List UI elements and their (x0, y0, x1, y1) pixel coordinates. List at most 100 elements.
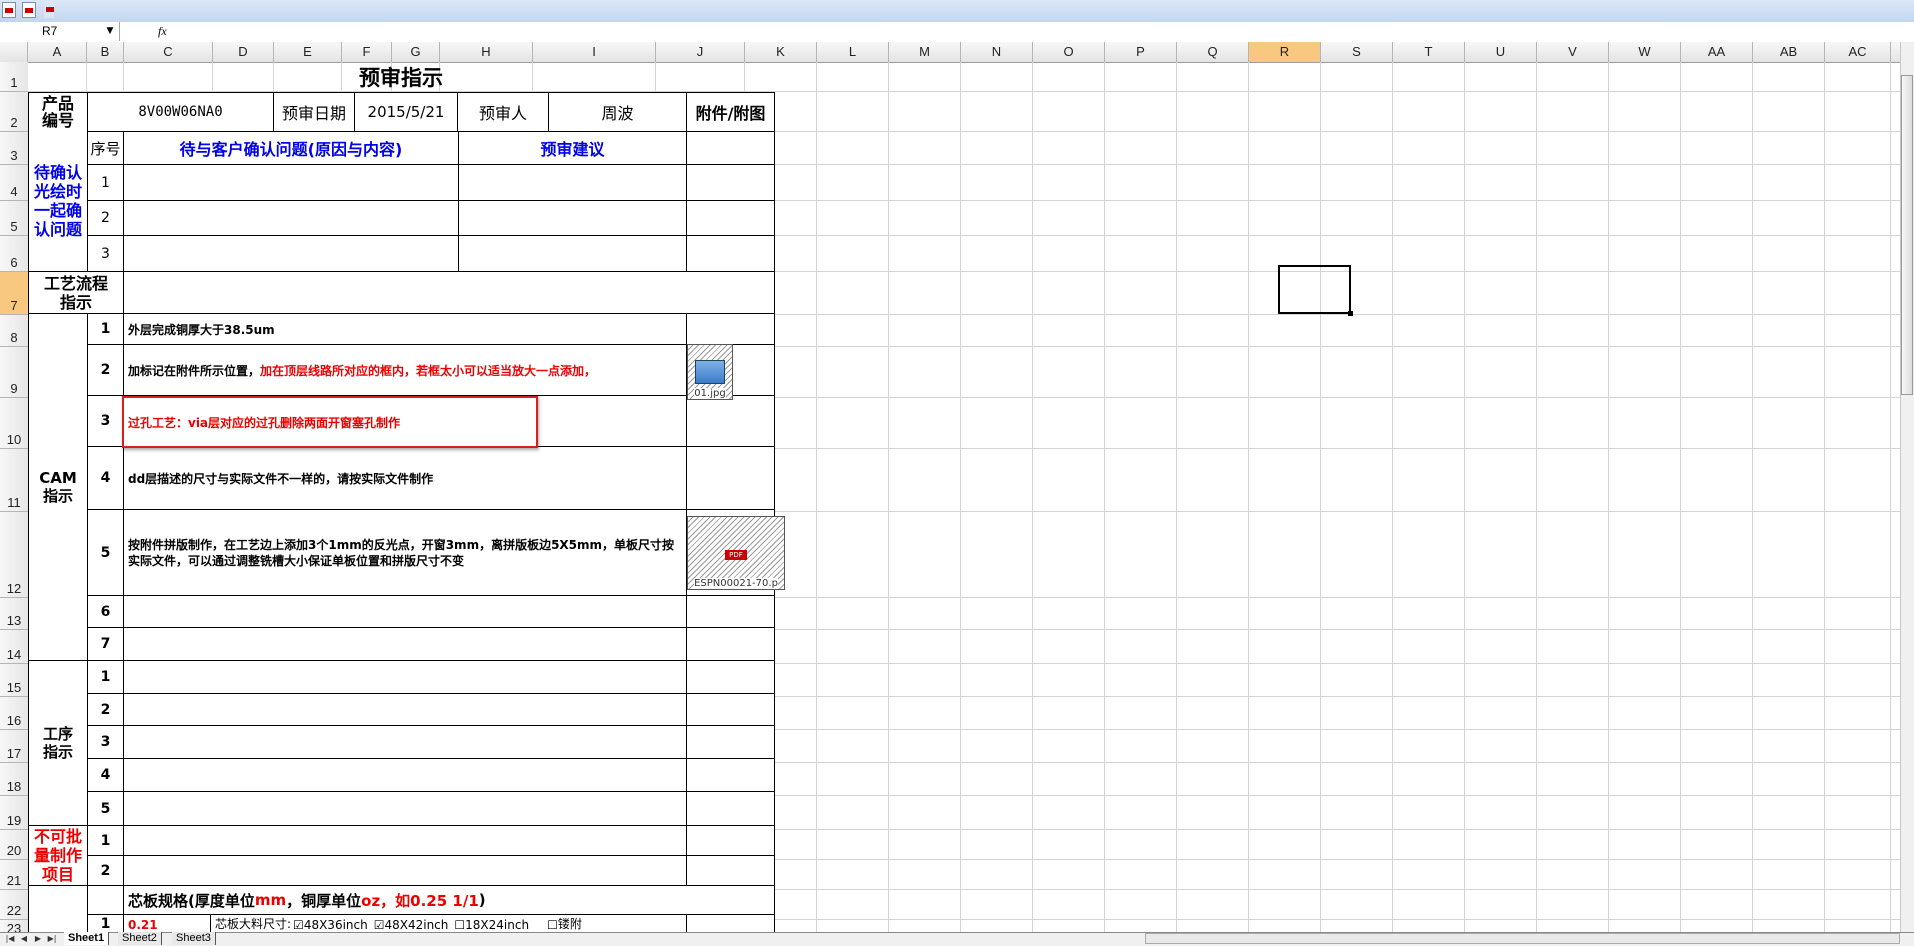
issue-cell[interactable] (123, 164, 459, 201)
row-header-22[interactable]: 22 (0, 890, 28, 920)
column-header-m[interactable]: M (889, 42, 961, 62)
row-header-21[interactable]: 21 (0, 860, 28, 890)
column-header-aa[interactable]: AA (1681, 42, 1753, 62)
attachment-cell[interactable] (686, 313, 775, 345)
cam-instruction[interactable]: dd层描述的尺寸与实际文件不一样的，请按实际文件制作 (123, 446, 687, 510)
row-header-15[interactable]: 15 (0, 664, 28, 697)
row-header-14[interactable]: 14 (0, 630, 28, 664)
row-header-9[interactable]: 9 (0, 347, 28, 398)
row-header-18[interactable]: 18 (0, 763, 28, 796)
column-header-g[interactable]: G (392, 42, 440, 62)
column-header-d[interactable]: D (213, 42, 274, 62)
attachment-cell[interactable] (686, 627, 775, 661)
row-header-12[interactable]: 12 (0, 512, 28, 598)
attachment-cell[interactable] (686, 200, 775, 236)
process-cell[interactable] (123, 791, 687, 826)
attachment-cell[interactable] (686, 235, 775, 272)
row-header-16[interactable]: 16 (0, 697, 28, 730)
row-header-17[interactable]: 17 (0, 730, 28, 763)
row-header-5[interactable]: 5 (0, 201, 28, 236)
pdf-export-icon[interactable] (22, 2, 36, 18)
column-header-w[interactable]: W (1609, 42, 1681, 62)
attachment-cell[interactable] (686, 758, 775, 792)
attachment-cell[interactable] (686, 660, 775, 694)
active-cell[interactable] (1278, 265, 1351, 314)
select-all-corner[interactable] (0, 42, 28, 62)
column-header-n[interactable]: N (961, 42, 1033, 62)
column-header-t[interactable]: T (1393, 42, 1465, 62)
core-size-options[interactable]: 芯板大料尺寸: ☑ 48X36inch ☑ 48X42inch ☐ 18X24inch… (210, 914, 687, 932)
checkbox-checked-icon[interactable]: ☑ (374, 918, 385, 932)
row-header-3[interactable]: 3 (0, 132, 28, 165)
issue-cell[interactable] (123, 200, 459, 236)
chevron-down-icon[interactable]: ▼ (100, 22, 120, 41)
column-header-ab[interactable]: AB (1753, 42, 1825, 62)
vertical-scrollbar-thumb[interactable] (1901, 75, 1913, 395)
checkbox-empty-icon[interactable]: ☐ (454, 918, 465, 932)
attachment-cell[interactable] (686, 164, 775, 201)
not-batch-cell[interactable] (123, 825, 687, 856)
column-header-i[interactable]: I (533, 42, 656, 62)
product-value[interactable]: 8V00W06NA0 (87, 92, 274, 132)
cam-instruction[interactable]: 外层完成铜厚大于38.5um (123, 313, 687, 345)
row-header-2[interactable]: 2 (0, 92, 28, 132)
first-sheet-icon[interactable]: |◀ (4, 932, 16, 945)
process-flow-cell[interactable] (123, 271, 775, 314)
tab-sheet1[interactable]: Sheet1 (64, 932, 110, 945)
process-cell[interactable] (123, 725, 687, 759)
row-header-13[interactable]: 13 (0, 598, 28, 630)
attachment-cell[interactable] (686, 595, 775, 628)
column-header-k[interactable]: K (745, 42, 817, 62)
attachment-cell[interactable] (686, 446, 775, 510)
attachment-cell[interactable] (686, 791, 775, 826)
row-header-7[interactable]: 7 (0, 272, 28, 315)
column-header-h[interactable]: H (440, 42, 533, 62)
cam-instruction[interactable] (123, 627, 687, 661)
column-header-r[interactable]: R (1249, 42, 1321, 62)
formula-bar[interactable] (0, 22, 1914, 43)
attachment-cell[interactable] (686, 825, 775, 856)
cam-instruction[interactable] (123, 595, 687, 628)
prev-sheet-icon[interactable]: ◀ (18, 932, 30, 945)
row-header-1[interactable]: 1 (0, 62, 28, 92)
column-header-f[interactable]: F (342, 42, 392, 62)
process-cell[interactable] (123, 693, 687, 726)
row-header-11[interactable]: 11 (0, 449, 28, 512)
column-header-l[interactable]: L (817, 42, 889, 62)
advice-cell[interactable] (458, 164, 687, 201)
fill-handle[interactable] (1348, 311, 1353, 316)
attachment-cell[interactable] (686, 131, 775, 165)
attachment-cell[interactable] (686, 693, 775, 726)
column-header-b[interactable]: B (87, 42, 124, 62)
process-cell[interactable] (123, 758, 687, 792)
advice-cell[interactable] (458, 235, 687, 272)
cam-instruction[interactable]: 按附件拼版制作，在工艺边上添加3个1mm的反光点，开窗3mm，离拼版板边5X5m… (123, 509, 687, 596)
row-header-19[interactable]: 19 (0, 796, 28, 830)
image-attachment[interactable]: 01.jpg (687, 344, 733, 400)
checkbox-checked-icon[interactable]: ☑ (293, 918, 304, 932)
process-cell[interactable] (123, 660, 687, 694)
column-header-e[interactable]: E (274, 42, 342, 62)
tab-sheet3[interactable]: Sheet3 (172, 932, 216, 945)
fx-icon[interactable]: fx (158, 22, 178, 41)
advice-cell[interactable] (458, 200, 687, 236)
pdf-icon[interactable] (2, 2, 16, 18)
column-header-u[interactable]: U (1465, 42, 1537, 62)
column-header-ac[interactable]: AC (1825, 42, 1891, 62)
attachment-cell[interactable] (686, 395, 775, 447)
core-value[interactable]: 0.21 (123, 914, 211, 932)
column-header-j[interactable]: J (656, 42, 745, 62)
not-batch-cell[interactable] (123, 855, 687, 886)
column-header-c[interactable]: C (124, 42, 213, 62)
reviewer-value[interactable]: 周波 (548, 92, 687, 132)
column-header-q[interactable]: Q (1177, 42, 1249, 62)
row-header-6[interactable]: 6 (0, 236, 28, 272)
row-header-8[interactable]: 8 (0, 315, 28, 347)
column-header-v[interactable]: V (1537, 42, 1609, 62)
row-header-20[interactable]: 20 (0, 830, 28, 860)
column-header-a[interactable]: A (28, 42, 87, 62)
attachment-cell[interactable] (686, 725, 775, 759)
issue-cell[interactable] (123, 235, 459, 272)
attachment-cell[interactable] (686, 914, 775, 932)
row-header-10[interactable]: 10 (0, 398, 28, 449)
